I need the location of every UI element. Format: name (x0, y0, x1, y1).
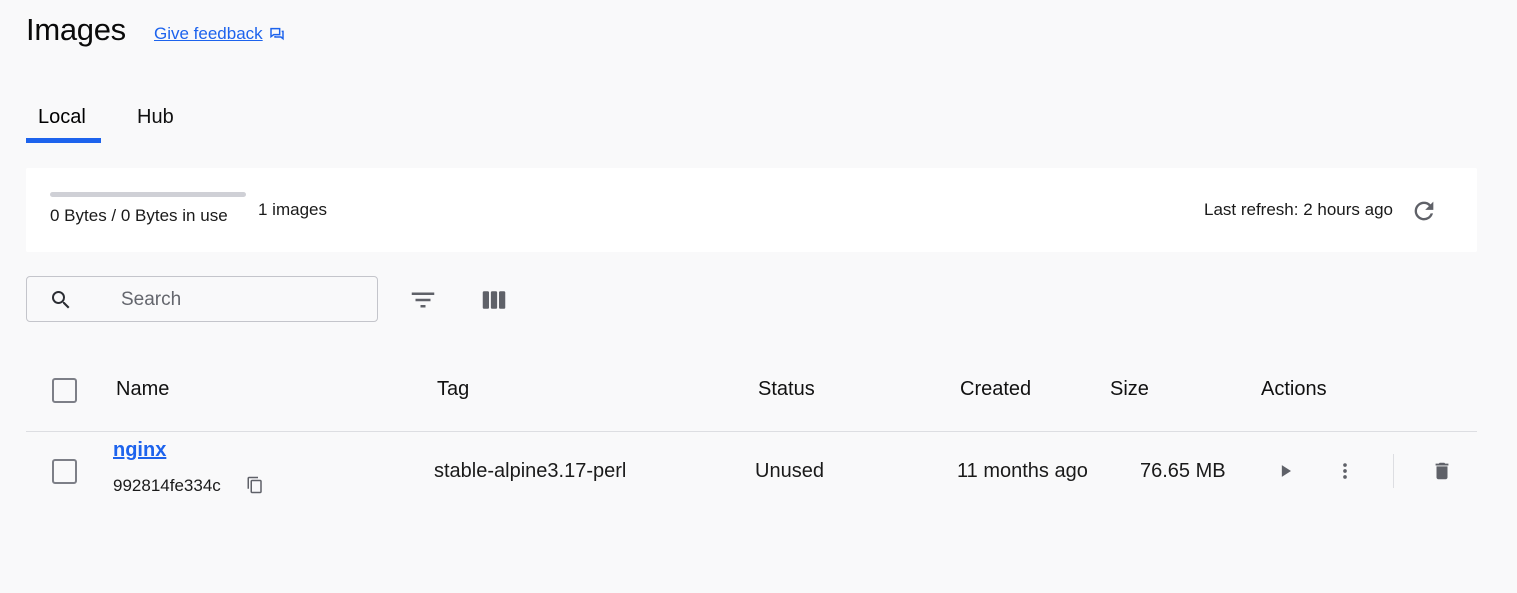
copy-icon (246, 476, 264, 494)
image-tag: stable-alpine3.17-perl (434, 460, 627, 482)
image-id: 992814fe334c (113, 476, 221, 495)
feedback-chat-icon (269, 26, 285, 42)
tab-local[interactable]: Local (38, 106, 86, 129)
disk-usage-bar (50, 192, 246, 197)
image-size: 76.65 MB (1140, 460, 1226, 482)
column-header-created[interactable]: Created (960, 378, 1031, 401)
more-actions-button[interactable] (1327, 453, 1363, 489)
column-header-size[interactable]: Size (1110, 378, 1149, 401)
actions-divider (1393, 454, 1394, 488)
page-title: Images (26, 12, 126, 47)
image-created: 11 months ago (957, 460, 1088, 482)
search-input[interactable] (119, 285, 363, 315)
image-name-link[interactable]: nginx (113, 439, 166, 462)
row-select-checkbox[interactable] (52, 459, 77, 484)
column-header-name[interactable]: Name (116, 378, 169, 401)
copy-id-button[interactable] (244, 474, 266, 496)
image-status: Unused (755, 460, 824, 482)
more-vertical-icon (1334, 460, 1356, 482)
refresh-icon (1410, 197, 1438, 225)
play-icon (1276, 461, 1296, 481)
column-header-tag[interactable]: Tag (437, 378, 469, 401)
storage-summary-card: 0 Bytes / 0 Bytes in use 1 images Last r… (26, 168, 1477, 252)
give-feedback-link[interactable]: Give feedback (154, 24, 285, 44)
column-header-actions: Actions (1261, 378, 1327, 400)
search-box[interactable] (26, 276, 378, 322)
select-all-checkbox[interactable] (52, 378, 77, 403)
run-button[interactable] (1268, 453, 1304, 489)
table-header-divider (26, 431, 1477, 432)
column-header-status[interactable]: Status (758, 378, 815, 401)
images-count: 1 images (258, 200, 327, 219)
search-icon (49, 288, 73, 312)
last-refresh-text: Last refresh: 2 hours ago (1203, 200, 1393, 219)
refresh-button[interactable] (1408, 195, 1440, 227)
filter-button[interactable] (403, 280, 443, 320)
filter-icon (408, 285, 438, 315)
give-feedback-label: Give feedback (154, 24, 263, 43)
columns-button[interactable] (474, 280, 514, 320)
active-tab-indicator (26, 138, 101, 143)
columns-icon (479, 285, 509, 315)
tab-hub[interactable]: Hub (137, 106, 174, 129)
trash-icon (1431, 460, 1453, 482)
delete-button[interactable] (1424, 453, 1460, 489)
disk-usage-text: 0 Bytes / 0 Bytes in use (50, 206, 228, 225)
